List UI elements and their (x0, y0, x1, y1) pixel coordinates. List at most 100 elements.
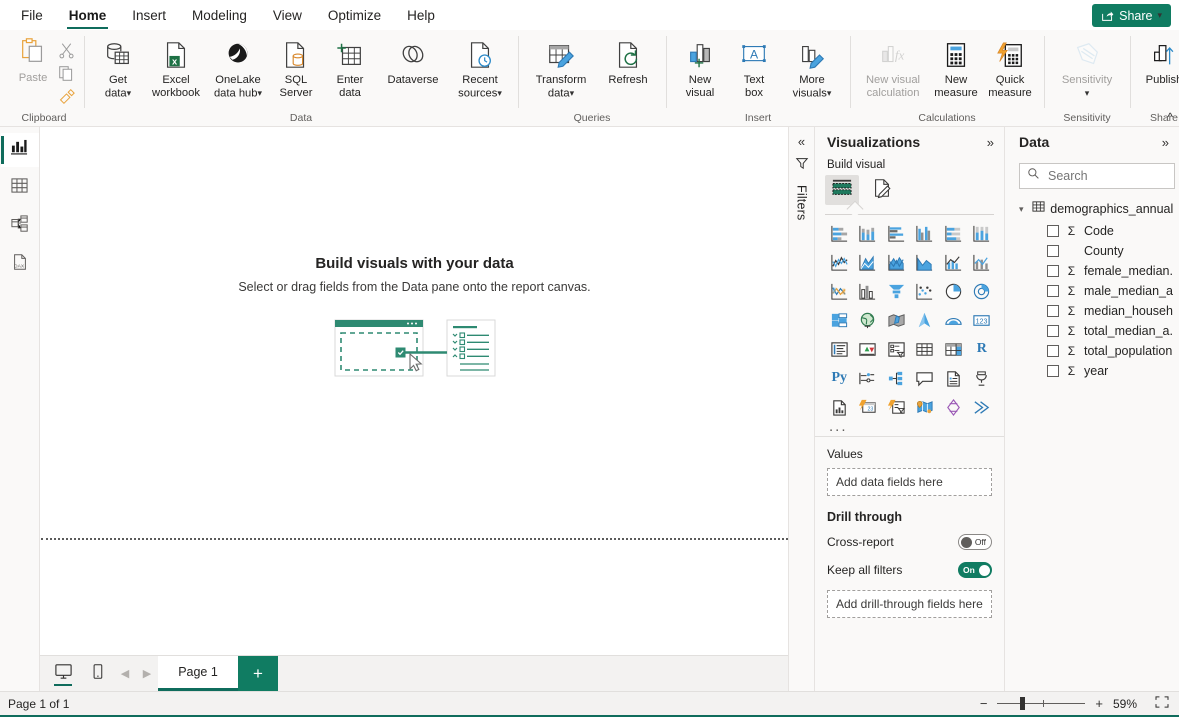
viz-scatter-chart[interactable] (911, 277, 940, 305)
excel-workbook-button[interactable]: x Excel workbook (145, 34, 207, 100)
paste-button[interactable]: Paste (11, 36, 55, 84)
viz-funnel-chart-alt[interactable] (854, 277, 883, 305)
field-checkbox[interactable] (1047, 365, 1059, 377)
field-checkbox[interactable] (1047, 225, 1059, 237)
cross-report-toggle[interactable]: Off (958, 534, 992, 550)
field-checkbox[interactable] (1047, 285, 1059, 297)
chevron-double-right-icon[interactable]: » (987, 136, 994, 149)
viz-multi-row-card[interactable] (825, 335, 854, 363)
canvas-scroll-region[interactable]: Build visuals with your data Select or d… (40, 127, 788, 655)
data-table-demographics-annual[interactable]: ▾ demographics_annual... (1005, 197, 1179, 221)
rail-item-dax-query-view[interactable]: DAX (1, 247, 39, 281)
viz-card[interactable]: 123 (968, 306, 997, 334)
viz-azure-map[interactable] (911, 306, 940, 334)
enter-data-button[interactable]: Enter data (323, 34, 377, 100)
zoom-in-button[interactable]: + (1095, 697, 1103, 710)
zoom-slider[interactable] (997, 697, 1086, 710)
more-visual-types-button[interactable]: ... (815, 419, 1004, 436)
viz-stacked-column-chart[interactable] (854, 219, 883, 247)
add-page-button[interactable]: + (238, 656, 278, 691)
data-field-code[interactable]: Σ Code (1005, 221, 1179, 241)
viz-arcgis-maps-visual[interactable] (911, 393, 940, 421)
field-checkbox[interactable] (1047, 345, 1059, 357)
quick-measure-button[interactable]: Quick measure (983, 34, 1037, 100)
sql-server-button[interactable]: SQL Server (269, 34, 323, 100)
viz-matrix[interactable] (939, 335, 968, 363)
viz-donut-chart[interactable] (968, 277, 997, 305)
field-checkbox[interactable] (1047, 325, 1059, 337)
report-page-surface[interactable]: Build visuals with your data Select or d… (41, 127, 788, 540)
field-checkbox[interactable] (1047, 305, 1059, 317)
recent-sources-button[interactable]: Recent sources ▾ (449, 34, 511, 100)
data-field-year[interactable]: Σ year (1005, 361, 1179, 381)
prev-page-button[interactable]: ◀ (114, 656, 136, 691)
text-box-button[interactable]: A Text box (727, 34, 781, 100)
cut-icon[interactable] (55, 40, 77, 60)
viz-shape-map[interactable] (939, 306, 968, 334)
menu-item-modeling[interactable]: Modeling (179, 0, 260, 30)
viz-paginated-report[interactable] (939, 364, 968, 392)
onelake-data-hub-button[interactable]: OneLake data hub ▾ (207, 34, 269, 100)
viz-kpi[interactable] (854, 335, 883, 363)
viz-q-and-a[interactable] (968, 364, 997, 392)
rail-item-report-view[interactable] (0, 133, 39, 167)
viz-filled-map[interactable] (882, 306, 911, 334)
viz-100-stacked-bar-chart[interactable] (939, 219, 968, 247)
viz-smart-narrative[interactable] (911, 364, 940, 392)
data-field-county[interactable]: County (1005, 241, 1179, 261)
menu-item-home[interactable]: Home (56, 0, 120, 30)
viz-slicer[interactable] (882, 335, 911, 363)
viz-treemap[interactable] (825, 306, 854, 334)
viz-power-automate-visual[interactable] (882, 393, 911, 421)
data-field-male-median[interactable]: Σ male_median_a... (1005, 281, 1179, 301)
viz-decomposition-tree[interactable] (854, 364, 883, 392)
viz-area-chart[interactable] (854, 248, 883, 276)
field-checkbox[interactable] (1047, 265, 1059, 277)
rail-item-table-view[interactable] (1, 171, 39, 205)
viz-stacked-area-chart[interactable] (882, 248, 911, 276)
menu-item-help[interactable]: Help (394, 0, 448, 30)
data-field-median-household[interactable]: Σ median_househ... (1005, 301, 1179, 321)
viz-pie-chart[interactable] (939, 277, 968, 305)
chevron-double-right-icon[interactable]: » (1162, 136, 1169, 149)
values-drop-zone[interactable]: Add data fields here (827, 468, 992, 496)
publish-button[interactable]: Publish (1137, 34, 1179, 87)
drill-through-drop-zone[interactable]: Add drill-through fields here (827, 590, 992, 618)
page-tab-page-1[interactable]: Page 1 (158, 656, 238, 691)
viz-py-script-visual[interactable]: Py (825, 364, 854, 392)
viz-stacked-bar-chart[interactable] (825, 219, 854, 247)
viz-r-script-visual[interactable]: R (968, 335, 997, 363)
next-page-button[interactable]: ▶ (136, 656, 158, 691)
viz-ribbon-chart[interactable] (968, 248, 997, 276)
viz-line-stacked-column-chart[interactable] (911, 248, 940, 276)
viz-waterfall-chart[interactable] (825, 277, 854, 305)
viz-visio-visual[interactable] (939, 393, 968, 421)
viz-table[interactable] (911, 335, 940, 363)
new-measure-button[interactable]: New measure (929, 34, 983, 100)
get-data-button[interactable]: Get data ▾ (91, 34, 145, 100)
filters-pane-label[interactable]: Filters (795, 185, 809, 220)
viz-funnel-chart[interactable] (882, 277, 911, 305)
menu-item-file[interactable]: File (8, 0, 56, 30)
viz-100-stacked-column-chart[interactable] (968, 219, 997, 247)
mobile-view-button[interactable] (80, 656, 114, 691)
more-visuals-button[interactable]: More visuals ▾ (781, 34, 843, 100)
menu-item-optimize[interactable]: Optimize (315, 0, 394, 30)
viz-map[interactable] (854, 306, 883, 334)
data-search-box[interactable] (1019, 163, 1175, 189)
search-input[interactable] (1046, 168, 1167, 184)
zoom-out-button[interactable]: − (980, 697, 988, 710)
field-checkbox[interactable] (1047, 245, 1059, 257)
keep-all-filters-toggle[interactable]: On (958, 562, 992, 578)
data-field-total-median[interactable]: Σ total_median_a... (1005, 321, 1179, 341)
copy-icon[interactable] (55, 63, 77, 83)
viz-key-influencers[interactable] (882, 364, 911, 392)
share-button[interactable]: Share ▾ (1092, 4, 1171, 27)
viz-azure-stream-visual[interactable] (968, 393, 997, 421)
transform-data-button[interactable]: Transform data ▾ (525, 34, 597, 100)
format-painter-icon[interactable] (55, 86, 77, 106)
data-field-female-median[interactable]: Σ female_median... (1005, 261, 1179, 281)
dataverse-button[interactable]: Dataverse (377, 34, 449, 87)
refresh-button[interactable]: Refresh (597, 34, 659, 87)
desktop-view-button[interactable] (46, 656, 80, 691)
